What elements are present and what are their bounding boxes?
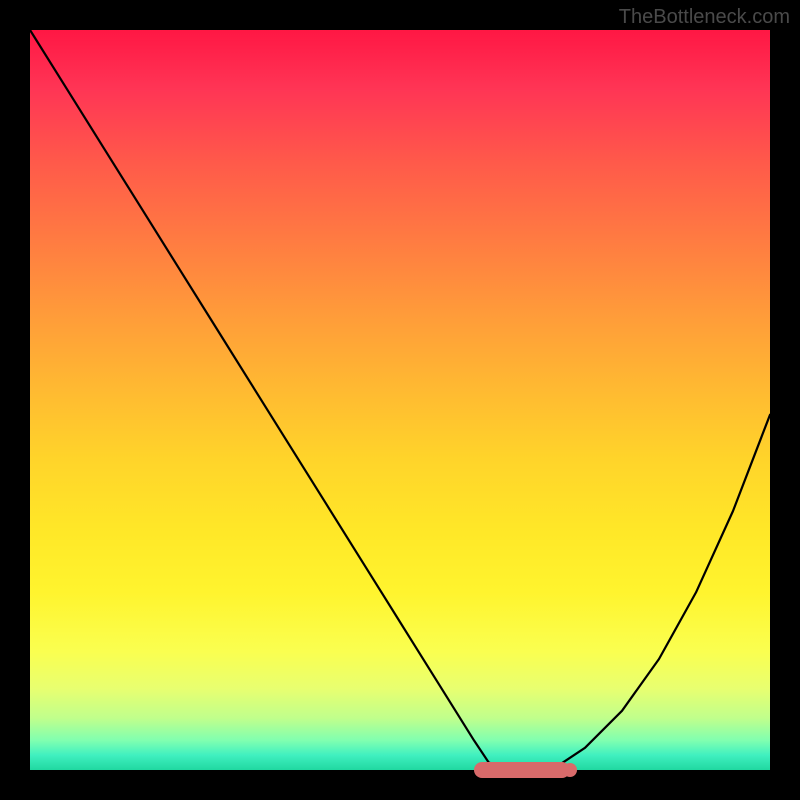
attribution-text: TheBottleneck.com	[619, 6, 790, 29]
chart-plot-area	[30, 30, 770, 770]
curve-path	[30, 30, 770, 770]
optimal-zone-dot	[563, 763, 577, 777]
optimal-zone-bar	[474, 762, 570, 778]
bottleneck-curve	[30, 30, 770, 770]
